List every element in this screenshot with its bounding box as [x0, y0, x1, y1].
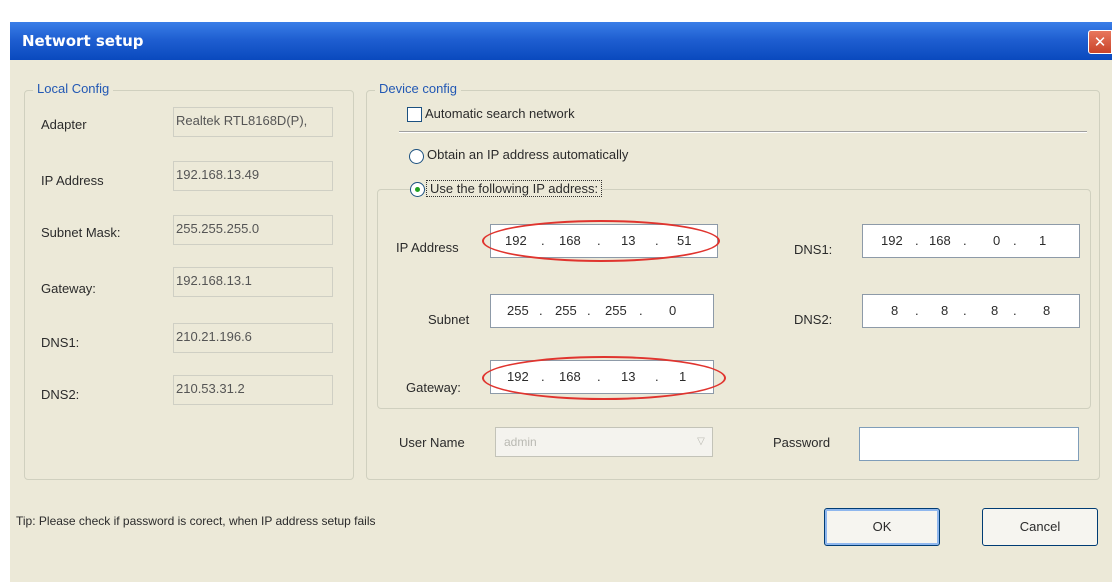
subnet-input[interactable]: 255 . 255 . 255 . 0 [490, 294, 714, 328]
ip-octet: 255 [555, 303, 577, 318]
network-setup-dialog: Networt setup ✕ Local Config Adapter Rea… [10, 22, 1112, 582]
device-ip-label: IP Address [396, 240, 459, 255]
ip-octet: 168 [929, 233, 951, 248]
ip-octet: 8 [891, 303, 899, 318]
obtain-auto-radio[interactable] [409, 149, 424, 164]
static-ip-group: Use the following IP address: IP Address… [377, 180, 1091, 409]
local-dns1-value: 210.21.196.6 [173, 323, 333, 353]
subnet-mask-label: Subnet Mask: [41, 225, 121, 240]
cancel-button[interactable]: Cancel [982, 508, 1098, 546]
ip-octet: 192 [881, 233, 903, 248]
dialog-title: Networt setup [22, 32, 144, 50]
local-config-legend: Local Config [33, 81, 114, 96]
chevron-down-icon: ▽ [697, 436, 705, 447]
local-dns1-label: DNS1: [41, 335, 80, 350]
config-divider [399, 131, 1087, 133]
user-name-label: User Name [399, 435, 465, 450]
local-dns2-value: 210.53.31.2 [173, 375, 333, 405]
ip-octet: 8 [1043, 303, 1051, 318]
dns2-input[interactable]: 8 . 8 . 8 . 8 [862, 294, 1080, 328]
tip-text: Tip: Please check if password is corect,… [16, 514, 376, 528]
auto-search-checkbox[interactable] [407, 107, 422, 122]
local-config-group: Local Config Adapter Realtek RTL8168D(P)… [24, 81, 354, 480]
ip-octet: 0 [993, 233, 1001, 248]
ip-octet: 8 [941, 303, 949, 318]
dns1-label: DNS1: [794, 242, 833, 257]
ip-octet: 0 [669, 303, 677, 318]
adapter-value: Realtek RTL8168D(P), [173, 107, 333, 137]
local-gateway-value: 192.168.13.1 [173, 267, 333, 297]
local-gateway-label: Gateway: [41, 281, 96, 296]
ip-address-highlight [482, 220, 720, 262]
ip-octet: 255 [507, 303, 529, 318]
auto-search-label[interactable]: Automatic search network [425, 106, 575, 121]
obtain-auto-label[interactable]: Obtain an IP address automatically [427, 147, 628, 162]
adapter-label: Adapter [41, 117, 87, 132]
subnet-label: Subnet [428, 312, 470, 327]
use-following-label[interactable]: Use the following IP address: [426, 180, 603, 197]
local-dns2-label: DNS2: [41, 387, 80, 402]
subnet-mask-value: 255.255.255.0 [173, 215, 333, 245]
user-name-select[interactable]: admin ▽ [495, 427, 713, 457]
use-following-radio[interactable] [410, 182, 425, 197]
device-config-group: Device config Automatic search network O… [366, 81, 1100, 480]
dns2-label: DNS2: [794, 312, 833, 327]
password-label: Password [773, 435, 831, 450]
gateway-label: Gateway: [406, 380, 461, 395]
user-name-value: admin [504, 435, 537, 449]
ip-octet: 1 [1039, 233, 1047, 248]
close-icon[interactable]: ✕ [1088, 30, 1112, 54]
ip-octet: 8 [991, 303, 999, 318]
local-ip-value: 192.168.13.49 [173, 161, 333, 191]
title-bar[interactable]: Networt setup ✕ [10, 22, 1112, 60]
device-config-legend: Device config [375, 81, 462, 96]
gateway-highlight [482, 356, 726, 400]
local-ip-label: IP Address [41, 173, 104, 188]
ok-button[interactable]: OK [824, 508, 940, 546]
ip-octet: 255 [605, 303, 627, 318]
password-field[interactable] [859, 427, 1079, 461]
dns1-input[interactable]: 192 . 168 . 0 . 1 [862, 224, 1080, 258]
